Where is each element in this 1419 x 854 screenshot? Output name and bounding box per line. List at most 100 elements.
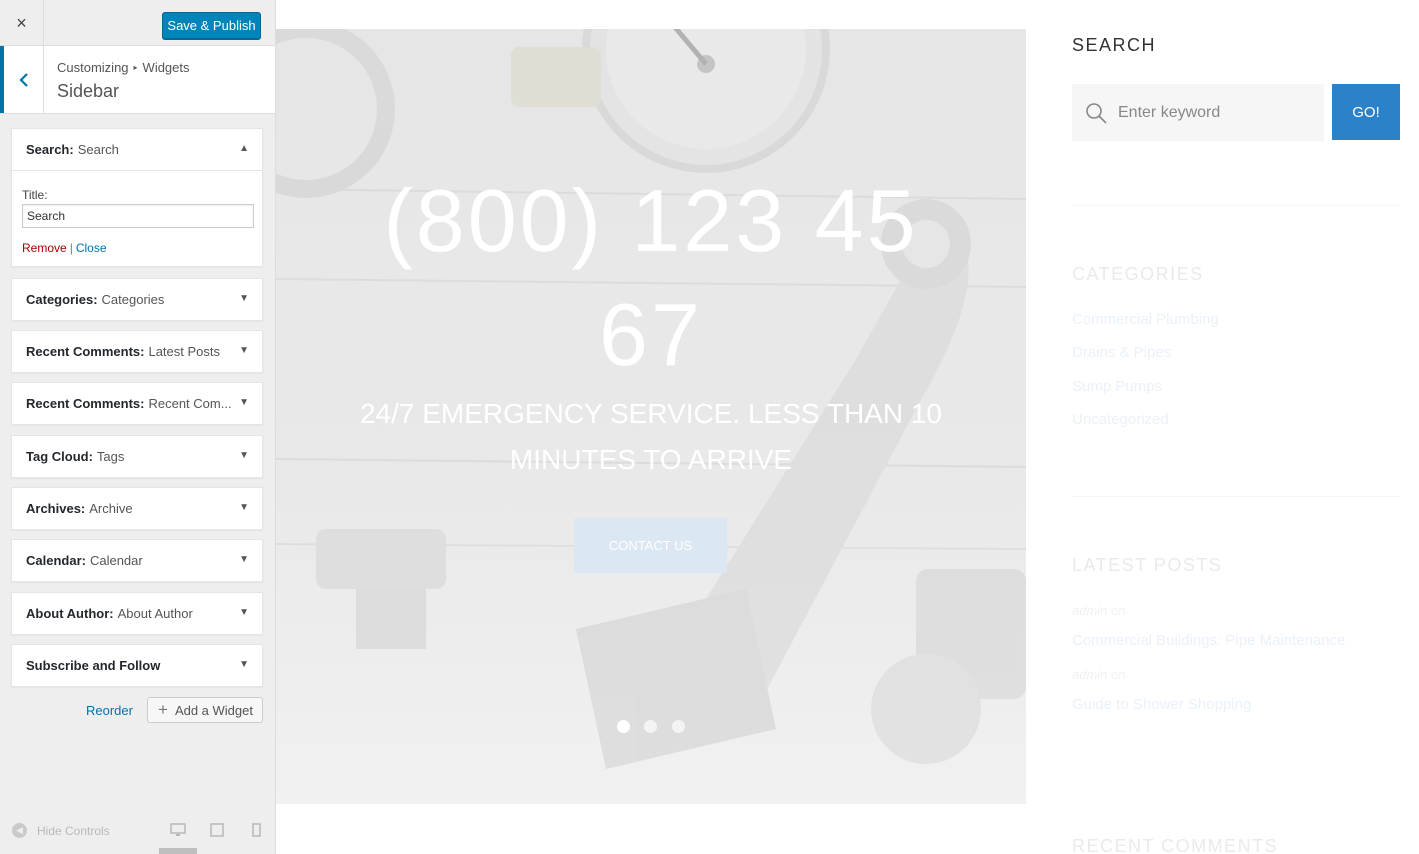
widget-title: Categories bbox=[101, 292, 165, 307]
hero-tagline-line-1: 24/7 EMERGENCY SERVICE. LESS THAN 10 bbox=[359, 398, 942, 429]
widget-type: Calendar: bbox=[26, 553, 86, 568]
widget-header[interactable]: Subscribe and Follow ▼ bbox=[12, 645, 262, 686]
hero-slider: (800) 123 45 67 24/7 EMERGENCY SERVICE. … bbox=[276, 29, 1026, 804]
widget-0[interactable]: Search:Search ▲ Title: Remove|Close bbox=[11, 128, 263, 267]
search-widget-title: SEARCH bbox=[1072, 35, 1157, 55]
category-link[interactable]: Uncategorized bbox=[1072, 411, 1169, 428]
go-button[interactable]: GO! bbox=[1332, 84, 1400, 140]
widget-header[interactable]: Recent Comments: Recent Com... ▼ bbox=[12, 383, 262, 424]
divider bbox=[1072, 496, 1400, 497]
scroll-indicator[interactable] bbox=[159, 848, 197, 854]
hero-phone-number: (800) 123 45 67 bbox=[276, 164, 1026, 392]
search-field[interactable] bbox=[1072, 84, 1324, 141]
caret-down-icon[interactable]: ▼ bbox=[239, 293, 249, 304]
hide-controls-label: Hide Controls bbox=[37, 823, 110, 838]
widget-title: Latest Posts bbox=[148, 344, 221, 359]
reorder-link[interactable]: Reorder bbox=[86, 703, 133, 718]
widget-3[interactable]: Recent Comments: Recent Com... ▼ bbox=[11, 382, 263, 425]
separator: | bbox=[69, 241, 73, 255]
title-input[interactable] bbox=[22, 204, 254, 228]
categories-widget-title: CATEGORIES bbox=[1072, 264, 1204, 284]
post-meta: admin on bbox=[1072, 667, 1126, 682]
section-header: Customizing ▸ Widgets Sidebar bbox=[0, 46, 275, 114]
widget-7[interactable]: About Author: About Author ▼ bbox=[11, 592, 263, 635]
widget-1[interactable]: Categories: Categories ▼ bbox=[11, 278, 263, 321]
widget-form: Title: Remove|Close bbox=[12, 170, 262, 266]
widget-header[interactable]: Search: Search ▲ bbox=[12, 129, 262, 170]
collapse-icon: ◀ bbox=[12, 823, 27, 838]
widget-header[interactable]: Archives: Archive ▼ bbox=[12, 488, 262, 529]
widget-type: Archives: bbox=[26, 501, 86, 516]
post-link[interactable]: Commercial Buildings: Pipe Maintenance bbox=[1072, 632, 1345, 649]
widget-type: Tag Cloud: bbox=[26, 449, 93, 464]
save-publish-button[interactable]: Save & Publish bbox=[162, 12, 261, 39]
breadcrumb: Customizing ▸ Widgets bbox=[57, 60, 190, 75]
plus-icon: + bbox=[158, 700, 168, 719]
chevron-left-icon bbox=[18, 72, 28, 87]
hero-phone-line-1: (800) 123 45 bbox=[383, 171, 919, 270]
close-icon[interactable]: × bbox=[0, 0, 44, 46]
widget-type: Subscribe and Follow bbox=[26, 658, 161, 673]
mobile-preview-icon[interactable] bbox=[248, 823, 264, 837]
widget-header[interactable]: About Author: About Author ▼ bbox=[12, 593, 262, 634]
caret-down-icon[interactable]: ▼ bbox=[239, 502, 249, 513]
breadcrumb-current: Widgets bbox=[142, 60, 190, 75]
widget-header[interactable]: Tag Cloud: Tags ▼ bbox=[12, 436, 262, 477]
caret-down-icon[interactable]: ▼ bbox=[239, 554, 249, 565]
hero-tagline-line-2: MINUTES TO ARRIVE bbox=[509, 444, 793, 475]
category-link[interactable]: Commercial Plumbing bbox=[1072, 311, 1219, 328]
widget-2[interactable]: Recent Comments: Latest Posts ▼ bbox=[11, 330, 263, 373]
recent-comments-widget-title: RECENT COMMENTS bbox=[1072, 836, 1279, 854]
customizer-footer: ◀ Hide Controls bbox=[0, 812, 275, 854]
breadcrumb-root: Customizing bbox=[57, 60, 129, 75]
widget-8[interactable]: Subscribe and Follow ▼ bbox=[11, 644, 263, 687]
desktop-preview-icon[interactable] bbox=[170, 823, 186, 837]
customizer-topbar: × Save & Publish bbox=[0, 0, 275, 46]
widget-type: Recent Comments: bbox=[26, 344, 145, 359]
post-link[interactable]: Guide to Shower Shopping bbox=[1072, 696, 1251, 713]
widget-type: Search: bbox=[26, 142, 74, 157]
caret-down-icon[interactable]: ▼ bbox=[239, 397, 249, 408]
widget-title: Tags bbox=[96, 449, 125, 464]
hero-tagline: 24/7 EMERGENCY SERVICE. LESS THAN 10 MIN… bbox=[356, 391, 946, 483]
latest-posts-widget-title: LATEST POSTS bbox=[1072, 555, 1223, 575]
category-link[interactable]: Drains & Pipes bbox=[1072, 344, 1171, 361]
widget-header[interactable]: Recent Comments: Latest Posts ▼ bbox=[12, 331, 262, 372]
hero-phone-line-2: 67 bbox=[599, 285, 703, 384]
search-input[interactable] bbox=[1118, 103, 1308, 122]
widget-header[interactable]: Calendar: Calendar ▼ bbox=[12, 540, 262, 581]
back-button[interactable] bbox=[0, 46, 44, 113]
close-link[interactable]: Close bbox=[76, 241, 107, 255]
widget-type: Categories: bbox=[26, 292, 98, 307]
widget-title: Recent Com... bbox=[148, 396, 232, 411]
search-icon bbox=[1086, 102, 1107, 124]
tablet-preview-icon[interactable] bbox=[209, 823, 225, 837]
divider bbox=[1072, 205, 1400, 206]
slider-dot-2[interactable] bbox=[644, 720, 657, 733]
caret-down-icon[interactable]: ▼ bbox=[239, 450, 249, 461]
widget-actions: Remove | Close bbox=[22, 241, 252, 255]
widget-header[interactable]: Categories: Categories ▼ bbox=[12, 279, 262, 320]
contact-us-button[interactable]: CONTACT US bbox=[574, 518, 727, 573]
site-preview: (800) 123 45 67 24/7 EMERGENCY SERVICE. … bbox=[276, 0, 1419, 854]
slider-dot-1[interactable] bbox=[617, 720, 630, 733]
section-title: Sidebar bbox=[57, 81, 120, 101]
widget-4[interactable]: Tag Cloud: Tags ▼ bbox=[11, 435, 263, 478]
widget-type: Recent Comments: bbox=[26, 396, 145, 411]
widget-6[interactable]: Calendar: Calendar ▼ bbox=[11, 539, 263, 582]
title-label: Title: bbox=[22, 188, 48, 202]
caret-down-icon[interactable]: ▼ bbox=[239, 659, 249, 670]
widget-title: Calendar bbox=[89, 553, 143, 568]
widget-title: Search bbox=[77, 142, 119, 157]
remove-link[interactable]: Remove bbox=[22, 241, 67, 255]
hide-controls-button[interactable]: ◀ Hide Controls bbox=[12, 823, 110, 838]
customizer-panel: × Save & Publish Customizing ▸ Widgets Sid… bbox=[0, 0, 276, 854]
add-widget-label: Add a Widget bbox=[174, 702, 253, 718]
category-link[interactable]: Sump Pumps bbox=[1072, 378, 1162, 395]
slider-dot-3[interactable] bbox=[672, 720, 685, 733]
caret-down-icon[interactable]: ▼ bbox=[239, 345, 249, 356]
widget-5[interactable]: Archives: Archive ▼ bbox=[11, 487, 263, 530]
caret-up-icon[interactable]: ▲ bbox=[239, 143, 249, 154]
add-widget-button[interactable]: + Add a Widget bbox=[147, 697, 263, 723]
caret-down-icon[interactable]: ▼ bbox=[239, 607, 249, 618]
